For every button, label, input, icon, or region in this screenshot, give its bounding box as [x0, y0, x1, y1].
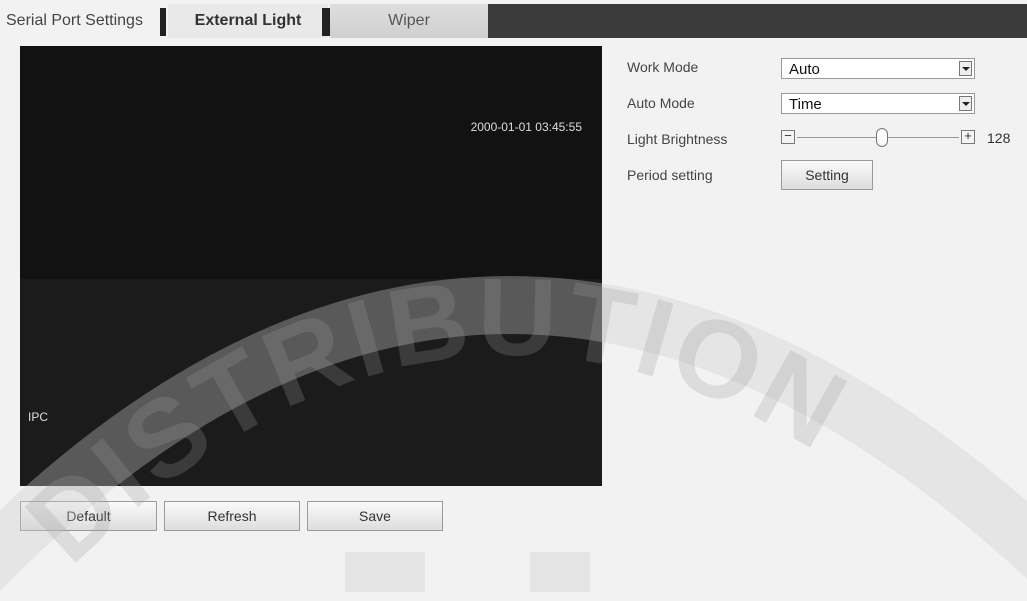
slider-thumb[interactable] — [876, 128, 888, 147]
auto-mode-value: Time — [789, 96, 822, 113]
default-button[interactable]: Default — [20, 501, 157, 531]
tab-divider — [322, 8, 330, 36]
work-mode-select[interactable]: Auto — [781, 58, 975, 79]
minus-button[interactable]: − — [781, 128, 795, 144]
video-preview: 2000-01-01 03:45:55 IPC — [20, 46, 602, 486]
video-channel-label: IPC — [28, 410, 49, 424]
video-lower-area — [20, 279, 602, 486]
plus-icon: + — [964, 128, 972, 143]
auto-mode-select[interactable]: Time — [781, 93, 975, 114]
period-setting-button[interactable]: Setting — [781, 160, 873, 190]
tab-external-light[interactable]: External Light — [168, 4, 328, 38]
period-setting-label: Period setting — [627, 167, 713, 183]
chevron-down-icon[interactable] — [959, 96, 972, 111]
light-brightness-label: Light Brightness — [627, 131, 728, 147]
video-timestamp: 2000-01-01 03:45:55 — [470, 120, 582, 134]
minus-icon: − — [784, 128, 792, 143]
chevron-down-icon[interactable] — [959, 61, 972, 76]
plus-button[interactable]: + — [961, 128, 975, 144]
tab-bar-fill — [488, 4, 1027, 38]
tab-serial-port-settings[interactable]: Serial Port Settings — [0, 4, 163, 38]
light-brightness-slider[interactable]: − + — [781, 128, 981, 150]
light-brightness-value: 128 — [987, 130, 1011, 146]
tab-divider — [160, 8, 166, 36]
work-mode-label: Work Mode — [627, 59, 699, 75]
work-mode-value: Auto — [789, 61, 820, 78]
save-button[interactable]: Save — [307, 501, 443, 531]
tab-bar: Serial Port Settings External Light Wipe… — [0, 0, 1027, 38]
refresh-button[interactable]: Refresh — [164, 501, 300, 531]
auto-mode-label: Auto Mode — [627, 95, 695, 111]
tab-wiper[interactable]: Wiper — [330, 4, 488, 38]
